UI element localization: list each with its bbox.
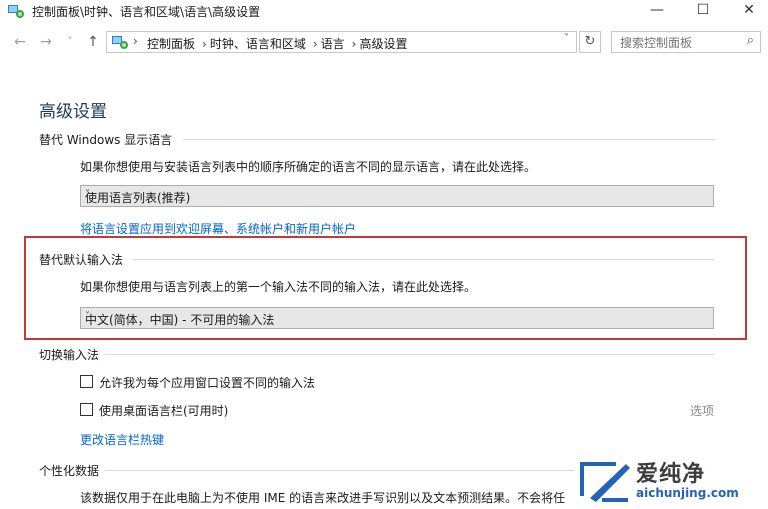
desktop-language-bar-checkbox[interactable]: 使用桌面语言栏(可用时) — [80, 402, 228, 419]
address-field[interactable]: › 控制面板 › 时钟、语言和区域 › 语言 › 高级设置 ˅ — [106, 31, 577, 53]
watermark-domain: aichunjing.com — [636, 486, 739, 500]
breadcrumb-item-clock-language-region[interactable]: 时钟、语言和区域 — [210, 37, 306, 51]
watermark-name: 爱纯净 — [636, 462, 706, 487]
address-dropdown-button[interactable]: ˅ — [564, 33, 569, 44]
address-bar-row: ← → ˅ ↑ › 控制面板›时钟、语言和区域›语言›高级设置 ˅ ↻ ⌕ — [0, 27, 768, 57]
forward-button[interactable]: → — [37, 33, 55, 51]
close-button[interactable]: ✕ — [726, 0, 768, 22]
search-input[interactable] — [618, 34, 740, 52]
section-heading-switch-input-method: 切换输入法 — [39, 346, 714, 363]
change-language-bar-hotkeys-link[interactable]: 更改语言栏热键 — [80, 431, 164, 448]
control-panel-icon — [8, 5, 24, 18]
watermark-logo-icon — [580, 462, 630, 502]
title-bar: 控制面板\时钟、语言和区域\语言\高级设置 — ☐ ✕ — [0, 0, 768, 22]
minimize-button[interactable]: — — [634, 0, 680, 22]
section-description: 如果你想使用与安装语言列表中的顺序所确定的语言不同的显示语言，请在此处选择。 — [80, 160, 537, 174]
search-icon[interactable]: ⌕ — [747, 33, 754, 48]
checkbox-label[interactable]: 使用桌面语言栏(可用时) — [99, 404, 228, 418]
page-title: 高级设置 — [39, 102, 107, 122]
maximize-button[interactable]: ☐ — [680, 0, 726, 22]
section-heading-personalization-data: 个性化数据 — [39, 462, 714, 479]
highlight-box — [24, 236, 747, 340]
per-app-input-method-checkbox[interactable]: 允许我为每个应用窗口设置不同的输入法 — [80, 374, 315, 391]
breadcrumb-separator[interactable]: › — [313, 37, 318, 51]
back-button[interactable]: ← — [11, 33, 29, 51]
breadcrumb-item-language[interactable]: 语言 — [321, 37, 345, 51]
section-heading-label: 个性化数据 — [39, 464, 100, 478]
refresh-button[interactable]: ↻ — [579, 31, 601, 53]
checkbox-label[interactable]: 允许我为每个应用窗口设置不同的输入法 — [99, 376, 315, 390]
section-heading-display-language: 替代 Windows 显示语言 — [39, 131, 715, 148]
language-bar-options-link[interactable]: 选项 — [690, 402, 714, 419]
breadcrumb-separator[interactable]: › — [202, 37, 207, 51]
apply-language-settings-link[interactable]: 将语言设置应用到欢迎屏幕、系统帐户和新用户帐户 — [80, 220, 356, 237]
section-description: 该数据仅用于在此电脑上为不使用 IME 的语言来改进手写识别以及文本预测结果。不… — [80, 491, 566, 505]
section-divider — [183, 139, 715, 140]
breadcrumb-item-control-panel[interactable]: 控制面板 — [147, 37, 195, 51]
control-panel-icon — [112, 36, 128, 49]
chevron-down-icon: ˅ — [85, 189, 90, 200]
window-title: 控制面板\时钟、语言和区域\语言\高级设置 — [32, 5, 261, 19]
display-language-select[interactable]: 使用语言列表(推荐) ˅ — [80, 185, 714, 207]
up-button[interactable]: ↑ — [84, 33, 102, 51]
section-heading-label: 替代 Windows 显示语言 — [39, 133, 173, 147]
breadcrumb-separator[interactable]: › — [352, 37, 357, 51]
checkbox-box[interactable] — [80, 375, 93, 388]
section-heading-label: 切换输入法 — [39, 348, 100, 362]
search-box[interactable]: ⌕ — [611, 31, 761, 53]
recent-locations-button[interactable]: ˅ — [61, 33, 79, 51]
breadcrumb: 控制面板 › 时钟、语言和区域 › 语言 › 高级设置 — [147, 35, 411, 52]
watermark: 爱纯净 aichunjing.com — [574, 452, 768, 509]
breadcrumb-separator: › — [133, 34, 138, 48]
section-divider — [105, 354, 714, 355]
breadcrumb-item-advanced-settings[interactable]: 高级设置 — [359, 37, 407, 51]
checkbox-box[interactable] — [80, 403, 93, 416]
